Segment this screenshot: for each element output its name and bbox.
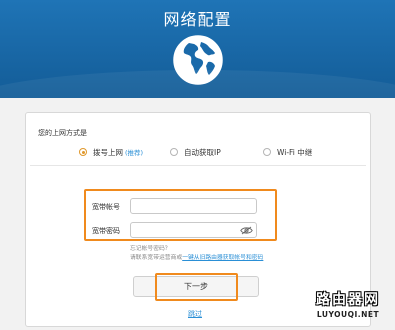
recommend-tag: (推荐) <box>125 149 144 157</box>
watermark-en: LUYOUQI.NET <box>316 310 380 319</box>
option-dhcp[interactable]: 自动获取IP <box>170 145 221 159</box>
option-dialup-label: 拨号上网 <box>93 147 123 157</box>
eye-icon[interactable] <box>240 226 253 235</box>
connection-type-label: 您的上网方式是 <box>38 129 87 137</box>
page-title: 网络配置 <box>163 10 232 29</box>
retrieve-credentials-link[interactable]: 一键从旧路由器获取帐号和密码 <box>182 255 263 261</box>
skip-link[interactable]: 跳过 <box>188 309 202 319</box>
account-input[interactable] <box>130 198 257 214</box>
header-banner: 网络配置 <box>0 0 395 98</box>
next-highlight <box>155 273 238 301</box>
watermark-cn: 路由器网 <box>316 292 380 308</box>
radio-dialup[interactable] <box>79 148 87 156</box>
password-input[interactable] <box>130 222 257 238</box>
option-dialup[interactable]: 拨号上网 (推荐) <box>79 145 143 159</box>
contact-hint-text: 请联系宽带运营商或 <box>130 255 183 261</box>
forgot-hint: 忘记帐号密码？ <box>130 246 171 252</box>
option-wifi-relay[interactable]: Wi-Fi 中继 <box>263 145 312 159</box>
password-label: 宽带密码 <box>92 227 120 235</box>
option-dhcp-label: 自动获取IP <box>184 147 221 157</box>
globe-icon <box>173 35 223 85</box>
contact-hint: 请联系宽带运营商或一键从旧路由器获取帐号和密码 <box>130 252 263 261</box>
site-watermark: 路由器网 LUYOUQI.NET <box>308 289 388 319</box>
divider <box>30 165 366 166</box>
option-wifi-relay-label: Wi-Fi 中继 <box>277 147 313 157</box>
radio-wifi-relay[interactable] <box>263 148 271 156</box>
account-label: 宽带帐号 <box>92 203 120 211</box>
radio-dhcp[interactable] <box>170 148 178 156</box>
